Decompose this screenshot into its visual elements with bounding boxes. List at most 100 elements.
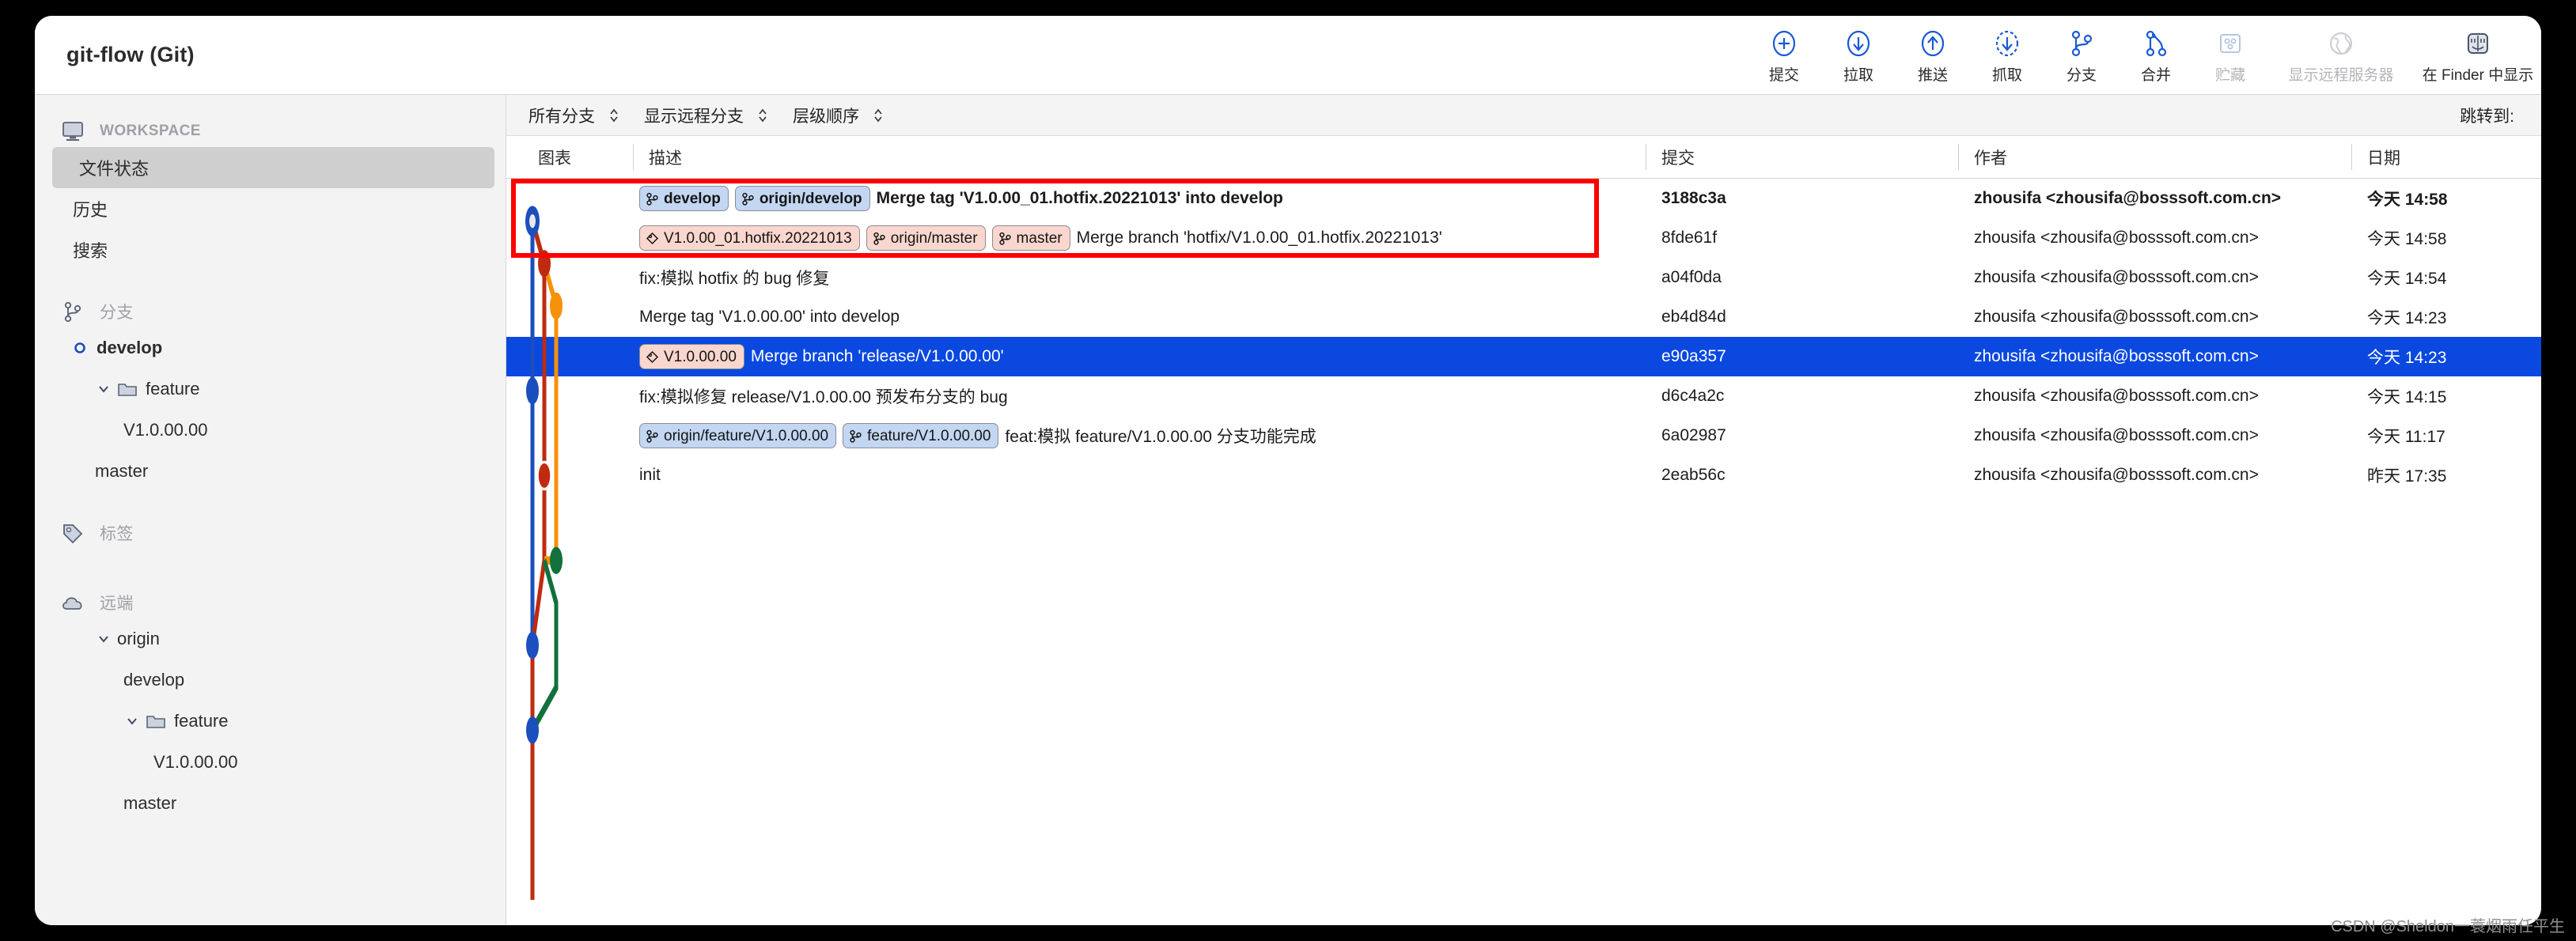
- sidebar-section-label: 标签: [100, 525, 134, 543]
- commit-hash: d6c4a2c: [1661, 387, 1725, 405]
- commit-message: Merge branch 'release/V1.0.00.00': [750, 347, 1004, 365]
- sidebar-item-label: develop: [123, 670, 185, 690]
- sidebar-item-remote-origin[interactable]: origin: [35, 618, 506, 659]
- filter-show-remote-branches[interactable]: 显示远程分支: [644, 104, 782, 127]
- folder-icon: [146, 712, 166, 730]
- table-row[interactable]: init 2eab56c zhousifa <zhousifa@bosssoft…: [506, 455, 2541, 495]
- sidebar-item-file-status[interactable]: 文件状态: [52, 147, 494, 188]
- toolbar-button-commit[interactable]: 提交: [1747, 22, 1821, 85]
- column-divider[interactable]: [2351, 144, 2352, 170]
- toolbar-button-merge[interactable]: 合并: [2119, 22, 2193, 85]
- finder-icon: [2462, 27, 2494, 60]
- table-header: 图表 描述 提交 作者 日期: [506, 136, 2541, 179]
- toolbar-button-push[interactable]: 推送: [1896, 22, 1970, 85]
- table-row[interactable]: Merge tag 'V1.0.00.00' into develop eb4d…: [506, 297, 2541, 337]
- column-header-description[interactable]: 描述: [649, 145, 682, 169]
- column-header-date[interactable]: 日期: [2367, 145, 2400, 169]
- toolbar-button-label: 显示远程服务器: [2288, 67, 2394, 84]
- toolbar-button-show-in-finder[interactable]: 在 Finder 中显示: [2415, 22, 2541, 85]
- column-divider[interactable]: [1958, 144, 1959, 170]
- sidebar-item-label: 文件状态: [79, 159, 150, 179]
- commit-date: 今天 14:58: [2367, 230, 2447, 248]
- column-header-graph[interactable]: 图表: [538, 145, 571, 169]
- sidebar-section-remotes: 远端: [35, 587, 506, 618]
- filter-all-branches[interactable]: 所有分支: [528, 104, 633, 127]
- commit-author: zhousifa <zhousifa@bosssoft.com.cn>: [1974, 426, 2259, 444]
- filter-label: 层级顺序: [793, 107, 859, 126]
- branch-icon: [998, 232, 1012, 245]
- toolbar-button-label: 推送: [1917, 67, 1948, 84]
- sidebar-item-label: origin: [117, 629, 160, 648]
- table-row[interactable]: develop origin/develop Merge tag 'V1.0.0…: [506, 179, 2541, 218]
- branch-icon: [741, 192, 755, 206]
- commit-date: 今天 14:23: [2367, 349, 2447, 367]
- jump-to-label[interactable]: 跳转到:: [2460, 104, 2514, 127]
- table-row[interactable]: V1.0.00.00 Merge branch 'release/V1.0.00…: [506, 337, 2541, 376]
- badge-label: master: [1016, 229, 1063, 247]
- commit-graph: [525, 206, 563, 900]
- merge-icon: [2140, 27, 2172, 60]
- sidebar-section-branches: 分支: [35, 296, 506, 327]
- table-row[interactable]: origin/feature/V1.0.00.00 feature/V1.0.0…: [506, 416, 2541, 455]
- branch-badge[interactable]: origin/feature/V1.0.00.00: [639, 423, 837, 448]
- table-row[interactable]: fix:模拟修复 release/V1.0.00.00 预发布分支的 bug d…: [506, 376, 2541, 416]
- commit-message: fix:模拟 hotfix 的 bug 修复: [639, 270, 830, 288]
- commit-hash: 3188c3a: [1661, 189, 1726, 207]
- filter-label: 所有分支: [528, 107, 595, 126]
- window-body: WORKSPACE 文件状态 历史 搜索 分支 develop feature …: [35, 95, 2541, 925]
- toolbar-button-fetch[interactable]: 抓取: [1970, 22, 2044, 85]
- table-row[interactable]: fix:模拟 hotfix 的 bug 修复 a04f0da zhousifa …: [506, 258, 2541, 297]
- app-window: git-flow (Git) 提交 拉取 推送 抓取 分支 合并 贮藏 显示远程…: [35, 16, 2541, 925]
- push-up-arrow-icon: [1917, 27, 1949, 60]
- table-row[interactable]: V1.0.00_01.hotfix.20221013 origin/master: [506, 218, 2541, 258]
- branch-badge[interactable]: master: [991, 225, 1070, 251]
- toolbar-button-label: 合并: [2140, 67, 2171, 84]
- commit-hash: 8fde61f: [1661, 229, 1718, 247]
- commit-description: V1.0.00_01.hotfix.20221013 origin/master: [639, 225, 1442, 251]
- fetch-dashed-icon: [1991, 27, 2023, 60]
- branch-badge[interactable]: origin/develop: [734, 186, 870, 211]
- chevron-updown-icon: [756, 107, 769, 124]
- filter-hierarchy-order[interactable]: 层级顺序: [793, 104, 897, 127]
- sidebar-item-remote-master[interactable]: master: [35, 783, 506, 824]
- sidebar-item-remote-develop[interactable]: develop: [35, 659, 506, 701]
- sidebar-item-branch-develop[interactable]: develop: [35, 327, 506, 368]
- commit-hash: eb4d84d: [1661, 308, 1726, 326]
- sidebar-section-label: 分支: [100, 304, 134, 322]
- commit-author: zhousifa <zhousifa@bosssoft.com.cn>: [1974, 268, 2259, 286]
- column-divider[interactable]: [633, 144, 634, 170]
- sidebar-item-branch-master[interactable]: master: [35, 451, 506, 492]
- chevron-down-icon: [123, 712, 141, 730]
- toolbar-button-stash[interactable]: 贮藏: [2193, 22, 2267, 85]
- branch-badge[interactable]: origin/master: [866, 225, 986, 251]
- toolbar-button-label: 贮藏: [2214, 67, 2245, 84]
- sidebar-item-search[interactable]: 搜索: [35, 229, 506, 270]
- monitor-icon: [57, 119, 89, 144]
- sidebar-item-remote-feature-folder[interactable]: feature: [35, 701, 506, 742]
- column-header-author[interactable]: 作者: [1974, 145, 2007, 169]
- commit-date: 今天 14:54: [2367, 270, 2447, 288]
- chevron-updown-icon: [872, 107, 885, 124]
- folder-icon: [117, 380, 138, 398]
- sidebar-item-history[interactable]: 历史: [35, 188, 506, 229]
- toolbar-button-pull[interactable]: 拉取: [1821, 22, 1896, 85]
- chevron-down-icon: [95, 380, 112, 398]
- column-header-commit[interactable]: 提交: [1661, 145, 1695, 169]
- branch-badge[interactable]: feature/V1.0.00.00: [843, 423, 999, 448]
- sidebar-item-remote-feature-v1[interactable]: V1.0.00.00: [35, 742, 506, 783]
- tag-badge[interactable]: V1.0.00_01.hotfix.20221013: [639, 225, 860, 251]
- sidebar-item-label: V1.0.00.00: [123, 420, 208, 440]
- commit-list[interactable]: develop origin/develop Merge tag 'V1.0.0…: [506, 179, 2541, 925]
- commit-hash: 6a02987: [1661, 426, 1726, 444]
- sidebar-item-branch-feature-v1[interactable]: V1.0.00.00: [35, 410, 506, 451]
- sidebar-item-branch-feature-folder[interactable]: feature: [35, 368, 506, 410]
- commit-hash: 2eab56c: [1661, 466, 1726, 484]
- toolbar-button-branch[interactable]: 分支: [2044, 22, 2119, 85]
- title-bar: git-flow (Git) 提交 拉取 推送 抓取 分支 合并 贮藏 显示远程…: [35, 16, 2541, 95]
- chevron-updown-icon: [608, 107, 620, 124]
- toolbar-button-show-remote-servers[interactable]: 显示远程服务器: [2267, 22, 2415, 85]
- commit-description: origin/feature/V1.0.00.00 feature/V1.0.0…: [639, 423, 1316, 448]
- main-panel: 所有分支 显示远程分支 层级顺序 跳转到: 图表 描述 提交 作者 日期 dev…: [506, 95, 2541, 925]
- badge-label: feature/V1.0.00.00: [867, 427, 991, 444]
- toolbar: 提交 拉取 推送 抓取 分支 合并 贮藏 显示远程服务器 在 Finder 中显…: [1747, 16, 2541, 95]
